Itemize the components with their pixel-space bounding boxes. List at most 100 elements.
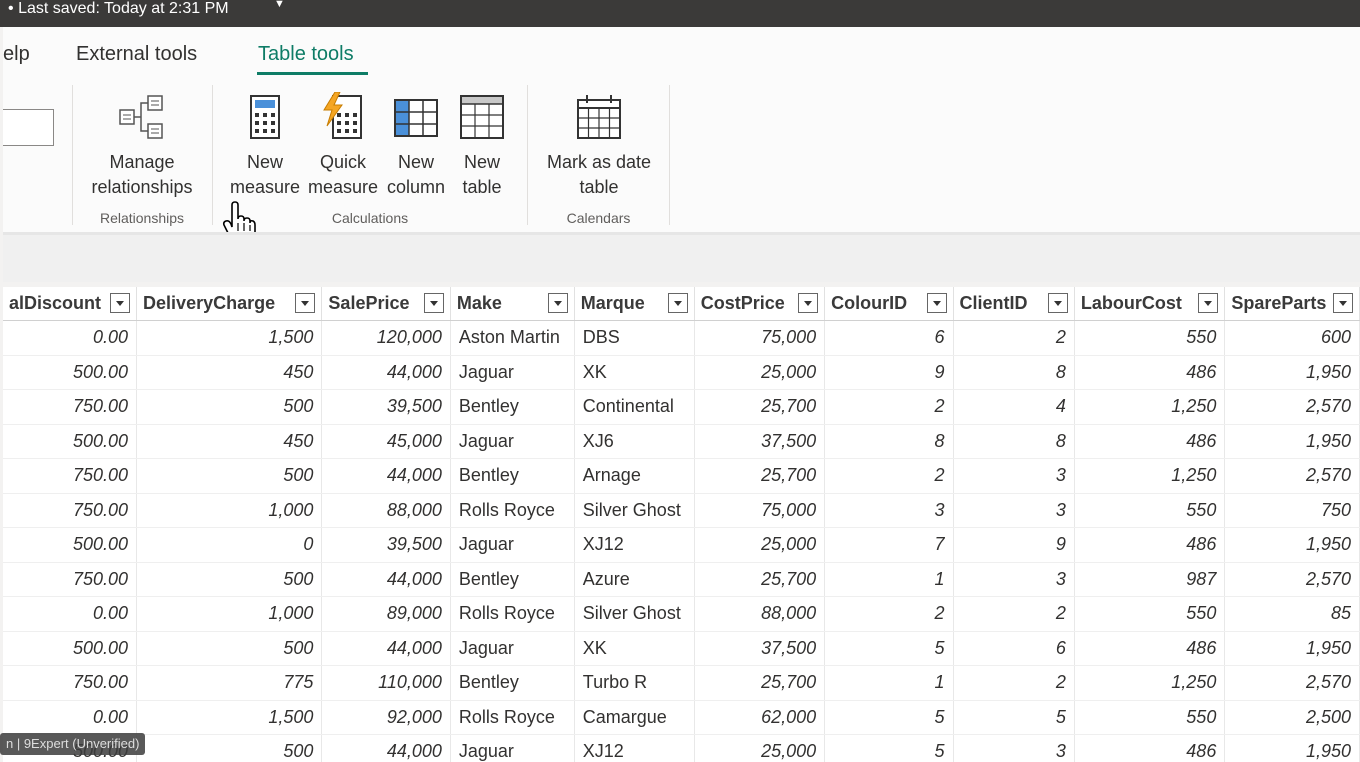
table-row[interactable]: 750.00 500 44,000 Bentley Arnage 25,700 2 3 1,25…	[3, 458, 1360, 494]
table-cell[interactable]: 8	[824, 424, 954, 459]
table-cell[interactable]: 5	[953, 700, 1075, 735]
table-cell[interactable]: 44,000	[321, 734, 451, 762]
table-cell[interactable]: 500	[136, 631, 323, 666]
table-cell[interactable]: 1,950	[1224, 355, 1360, 390]
table-cell[interactable]: XK	[574, 355, 695, 390]
table-cell[interactable]: Jaguar	[450, 734, 575, 762]
table-cell[interactable]: 2	[953, 320, 1075, 356]
table-cell[interactable]: 600	[1224, 320, 1360, 356]
table-cell[interactable]: 2	[953, 665, 1075, 701]
table-cell[interactable]: Rolls Royce	[450, 493, 575, 528]
table-cell[interactable]: 25,700	[694, 665, 826, 701]
column-header[interactable]: ColourID	[824, 287, 954, 321]
table-cell[interactable]: 2,570	[1224, 458, 1360, 494]
table-cell[interactable]: 9	[824, 355, 954, 390]
column-header[interactable]: alDiscount	[3, 287, 138, 321]
table-cell[interactable]: 1,000	[136, 493, 323, 528]
table-cell[interactable]: 2	[953, 596, 1075, 632]
column-header[interactable]: Make	[450, 287, 575, 321]
table-cell[interactable]: 775	[136, 665, 323, 701]
table-cell[interactable]: 92,000	[321, 700, 451, 735]
table-cell[interactable]: Bentley	[450, 389, 575, 425]
table-cell[interactable]: Bentley	[450, 665, 575, 701]
table-cell[interactable]: 500.00	[3, 631, 138, 666]
table-cell[interactable]: 750.00	[3, 562, 138, 597]
filter-dropdown-icon[interactable]	[926, 293, 947, 313]
table-cell[interactable]: Rolls Royce	[450, 596, 575, 632]
table-cell[interactable]: 89,000	[321, 596, 451, 632]
table-cell[interactable]: 5	[824, 734, 954, 762]
table-cell[interactable]: 39,500	[321, 527, 451, 563]
table-cell[interactable]: 8	[953, 424, 1075, 459]
table-cell[interactable]: 44,000	[321, 631, 451, 666]
table-cell[interactable]: XJ12	[574, 734, 695, 762]
table-cell[interactable]: 75,000	[694, 320, 826, 356]
table-cell[interactable]: 39,500	[321, 389, 451, 425]
table-row[interactable]: 750.00 500 39,500 Bentley Continental 25,700 2…	[3, 389, 1360, 425]
table-cell[interactable]: 0.00	[3, 596, 138, 632]
tab-table-tools[interactable]: Table tools	[258, 43, 354, 66]
table-cell[interactable]: 2,570	[1224, 562, 1360, 597]
column-header[interactable]: SpareParts	[1224, 287, 1360, 321]
caret-down-icon[interactable]: ▼	[274, 0, 285, 10]
new-column-button[interactable]: New column	[382, 92, 450, 200]
table-cell[interactable]: Aston Martin	[450, 320, 575, 356]
table-cell[interactable]: 1,250	[1074, 389, 1226, 425]
table-cell[interactable]: Turbo R	[574, 665, 695, 701]
table-cell[interactable]: 550	[1074, 700, 1226, 735]
table-cell[interactable]: 62,000	[694, 700, 826, 735]
table-cell[interactable]: 750.00	[3, 665, 138, 701]
table-cell[interactable]: 1,500	[136, 700, 323, 735]
filter-dropdown-icon[interactable]	[667, 293, 688, 313]
table-cell[interactable]: 6	[824, 320, 954, 356]
table-cell[interactable]: 2,500	[1224, 700, 1360, 735]
table-cell[interactable]: 1,500	[136, 320, 323, 356]
table-cell[interactable]: 500.00	[3, 424, 138, 459]
column-header[interactable]: ClientID	[953, 287, 1075, 321]
table-cell[interactable]: 120,000	[321, 320, 451, 356]
table-cell[interactable]: 750.00	[3, 458, 138, 494]
table-cell[interactable]: 550	[1074, 596, 1226, 632]
table-cell[interactable]: 486	[1074, 631, 1226, 666]
table-cell[interactable]: 110,000	[321, 665, 451, 701]
table-row[interactable]: 0.00 1,500 120,000 Aston Martin DBS 75,000 6 2 5…	[3, 320, 1360, 356]
table-cell[interactable]: Jaguar	[450, 424, 575, 459]
table-cell[interactable]: XJ6	[574, 424, 695, 459]
last-saved-text[interactable]: • Last saved: Today at 2:31 PM	[8, 0, 229, 18]
table-cell[interactable]: Azure	[574, 562, 695, 597]
table-cell[interactable]: 1	[824, 665, 954, 701]
table-cell[interactable]: 500	[136, 562, 323, 597]
table-cell[interactable]: 25,000	[694, 527, 826, 563]
table-cell[interactable]: 25,000	[694, 355, 826, 390]
table-cell[interactable]: XJ12	[574, 527, 695, 563]
table-cell[interactable]: 88,000	[321, 493, 451, 528]
table-cell[interactable]: 750.00	[3, 493, 138, 528]
table-cell[interactable]: 486	[1074, 734, 1226, 762]
column-header[interactable]: SalePrice	[321, 287, 451, 321]
table-cell[interactable]: 1,250	[1074, 458, 1226, 494]
table-cell[interactable]: 0	[136, 527, 323, 563]
table-cell[interactable]: 486	[1074, 527, 1226, 563]
table-cell[interactable]: 85	[1224, 596, 1360, 632]
table-cell[interactable]: 500	[136, 734, 323, 762]
table-cell[interactable]: 3	[824, 493, 954, 528]
table-row[interactable]: 500.00 450 44,000 Jaguar XK 25,000 9 8 486 1,950	[3, 355, 1360, 390]
table-cell[interactable]: 44,000	[321, 562, 451, 597]
table-cell[interactable]: 0.00	[3, 700, 138, 735]
column-header[interactable]: LabourCost	[1074, 287, 1226, 321]
table-cell[interactable]: 3	[953, 734, 1075, 762]
name-input[interactable]	[3, 109, 54, 146]
table-cell[interactable]: 500.00	[3, 355, 138, 390]
filter-dropdown-icon[interactable]	[110, 293, 131, 313]
table-cell[interactable]: 2	[824, 596, 954, 632]
filter-dropdown-icon[interactable]	[423, 293, 444, 313]
table-cell[interactable]: 25,700	[694, 389, 826, 425]
table-cell[interactable]: 500.00	[3, 527, 138, 563]
column-header[interactable]: Marque	[574, 287, 695, 321]
table-cell[interactable]: 2	[824, 389, 954, 425]
table-cell[interactable]: XK	[574, 631, 695, 666]
table-cell[interactable]: 550	[1074, 493, 1226, 528]
table-cell[interactable]: 486	[1074, 424, 1226, 459]
filter-dropdown-icon[interactable]	[798, 293, 819, 313]
table-cell[interactable]: 486	[1074, 355, 1226, 390]
